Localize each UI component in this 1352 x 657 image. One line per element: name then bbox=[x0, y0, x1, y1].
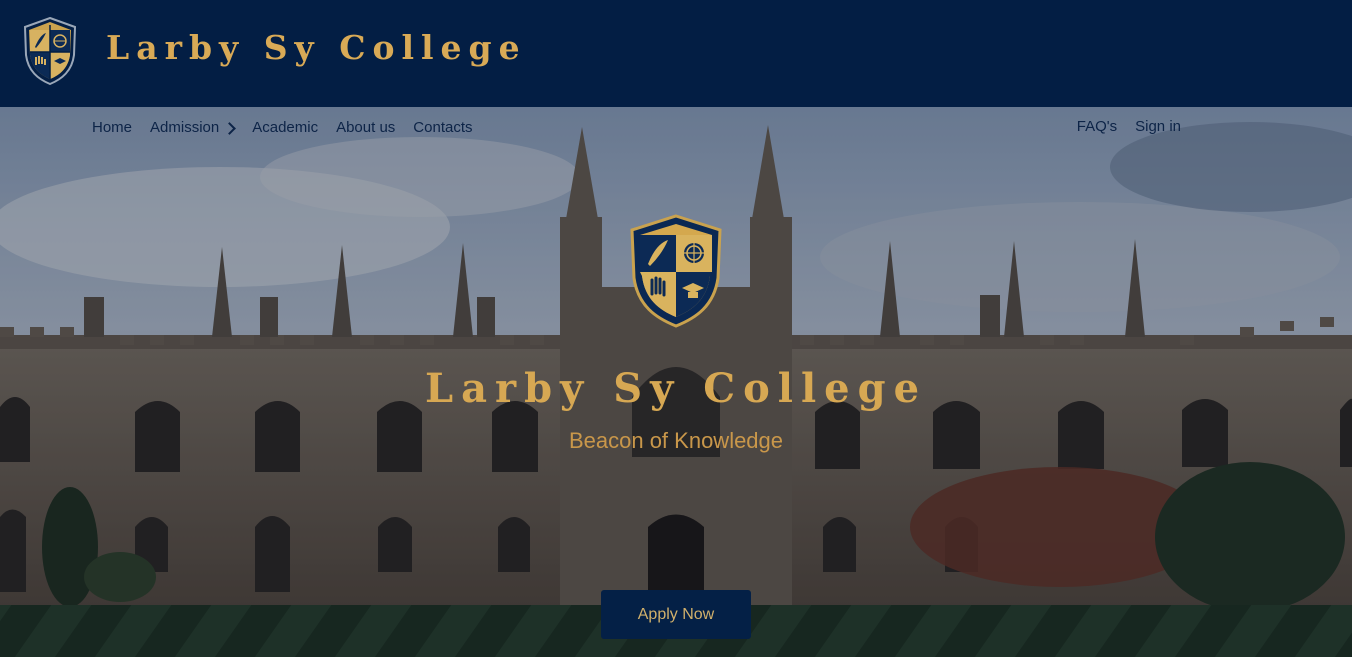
college-logo-icon[interactable] bbox=[22, 17, 78, 85]
nav-faq-link[interactable]: FAQ's bbox=[1077, 118, 1117, 135]
brand-name[interactable]: Larby Sy College bbox=[106, 28, 527, 67]
hero-tagline: Beacon of Knowledge bbox=[568, 428, 784, 453]
account-nav: FAQ's Sign in bbox=[1077, 118, 1181, 135]
chevron-right-icon[interactable] bbox=[223, 121, 237, 135]
shield-crest-icon bbox=[630, 214, 722, 328]
nav-about-link[interactable]: About us bbox=[336, 119, 395, 136]
apply-now-button[interactable]: Apply Now bbox=[601, 590, 751, 639]
main-nav: Home Admission Academic About us Contact… bbox=[92, 119, 473, 136]
nav-home-link[interactable]: Home bbox=[92, 119, 132, 136]
nav-admission-link[interactable]: Admission bbox=[150, 119, 237, 136]
nav-contacts-link[interactable]: Contacts bbox=[413, 119, 472, 136]
hero-title: Larby Sy College bbox=[424, 365, 928, 412]
nav-signin-link[interactable]: Sign in bbox=[1135, 118, 1181, 135]
site-header: Larby Sy College bbox=[0, 0, 1352, 107]
nav-admission-label: Admission bbox=[150, 119, 220, 136]
nav-academic-link[interactable]: Academic bbox=[252, 119, 318, 136]
hero-section: Home Admission Academic About us Contact… bbox=[0, 107, 1352, 657]
